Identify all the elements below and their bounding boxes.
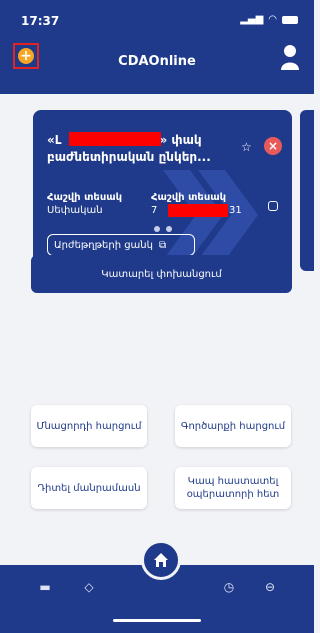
transfer-button[interactable]: Կատարել փոխանցում (31, 255, 292, 293)
account-number-label: Հաշվի տեսակ (151, 192, 227, 203)
carousel-dots (0, 226, 314, 232)
battery-icon (282, 15, 298, 24)
close-icon[interactable]: × (264, 137, 282, 155)
copy-icon[interactable] (268, 201, 278, 211)
view-details-button[interactable]: Դիտել մանրամասն (31, 467, 147, 509)
menu-icon[interactable]: ⊖ (263, 580, 277, 594)
account-name-prefix: «Լ (47, 133, 62, 147)
wifi-icon: ◠ (268, 14, 277, 25)
redacted-name (69, 132, 161, 146)
carousel-dot[interactable] (154, 226, 160, 232)
profile-icon[interactable] (280, 44, 300, 70)
account-type-value: Սեփական (47, 205, 103, 216)
header: 17:37 ▂▄▆ ◠ + CDAOnline (0, 0, 314, 94)
redacted-account-number (168, 204, 228, 217)
chart-icon[interactable]: ◇ (82, 580, 96, 594)
account-name-line2: բաժնետիրական ընկեր... (47, 150, 211, 164)
home-button[interactable] (141, 540, 181, 580)
status-icons: ▂▄▆ ◠ (240, 14, 298, 25)
history-icon[interactable]: ◷ (222, 580, 236, 594)
pin-icon[interactable]: ☆ (241, 140, 252, 154)
contact-operator-button[interactable]: Կապ հաստատել օպերատորի հետ (175, 467, 291, 509)
account-type-label: Հաշվի տեսակ (47, 192, 123, 203)
carousel-dot[interactable] (166, 226, 172, 232)
next-card-peek[interactable] (300, 110, 314, 271)
account-name: «Լ » փակ բաժնետիրական ընկեր... (47, 132, 237, 166)
external-link-icon: ⧉ (158, 239, 167, 251)
home-indicator (113, 619, 201, 622)
securities-list-label: Արժեթղթերի ցանկ (54, 239, 153, 251)
account-card[interactable]: «Լ » փակ բաժնետիրական ընկեր... ☆ × Հաշվի … (33, 110, 292, 271)
carousel-dot[interactable] (142, 226, 148, 232)
transaction-inquiry-button[interactable]: Գործարքի հարցում (175, 405, 291, 447)
signal-icon: ▂▄▆ (240, 14, 264, 25)
app-title: CDAOnline (118, 54, 196, 69)
balance-inquiry-button[interactable]: Մնացորդի հարցում (31, 405, 147, 447)
card-icon[interactable]: ▬ (38, 580, 52, 594)
securities-list-button[interactable]: Արժեթղթերի ցանկ ⧉ (47, 234, 195, 256)
account-name-suffix: » փակ (159, 133, 202, 147)
home-icon (154, 553, 168, 567)
account-number-suffix: 31 (229, 205, 242, 216)
account-number-prefix: 7 (151, 205, 158, 216)
status-time: 17:37 (21, 14, 60, 28)
